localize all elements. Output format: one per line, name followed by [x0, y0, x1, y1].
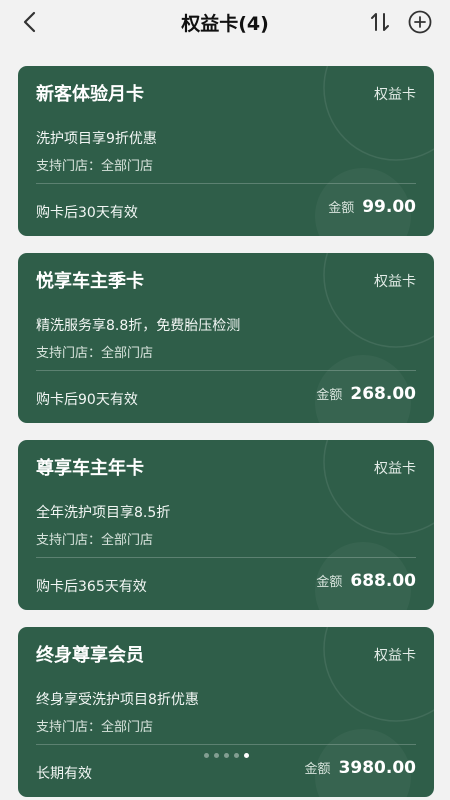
pagination-dot[interactable]: [213, 753, 219, 758]
card-store: 支持门店：全部门店: [36, 159, 154, 174]
card-amount: 金额 99.00: [328, 197, 416, 217]
pagination-dot[interactable]: [223, 753, 229, 758]
card-validity: 购卡后90天有效: [36, 392, 138, 408]
card-amount: 金额 3980.00: [305, 758, 416, 778]
amount-label: 金额: [304, 762, 331, 777]
card-description: 全年洗护项目享8.5折: [36, 505, 171, 521]
card-validity: 购卡后30天有效: [36, 205, 138, 221]
amount-label: 金额: [316, 388, 343, 403]
card-description: 精洗服务享8.8折，免费胎压检测: [36, 318, 241, 334]
amount-value: 688.00: [350, 571, 416, 591]
chevron-left-icon: [23, 11, 36, 33]
card-name: 新客体验月卡: [36, 84, 144, 105]
card-amount: 金额 688.00: [316, 571, 416, 591]
card-validity: 长期有效: [36, 766, 92, 782]
benefit-card[interactable]: 尊享车主年卡 权益卡 全年洗护项目享8.5折 支持门店：全部门店 购卡后365天…: [18, 440, 434, 610]
amount-value: 3980.00: [338, 758, 416, 778]
card-type-label: 权益卡: [374, 648, 416, 664]
pagination-dot[interactable]: [233, 753, 239, 758]
benefit-card[interactable]: 终身尊享会员 权益卡 终身享受洗护项目8折优惠 支持门店：全部门店 长期有效 金…: [18, 627, 434, 797]
add-card-button[interactable]: [404, 6, 436, 38]
card-divider: [36, 557, 416, 558]
card-store: 支持门店：全部门店: [36, 720, 154, 735]
card-type-label: 权益卡: [374, 274, 416, 290]
back-button[interactable]: [14, 6, 46, 38]
card-type-label: 权益卡: [374, 87, 416, 103]
card-name: 终身尊享会员: [36, 645, 144, 666]
pagination-dot[interactable]: [203, 753, 209, 758]
card-store: 支持门店：全部门店: [36, 533, 154, 548]
sort-button[interactable]: [365, 6, 395, 38]
card-divider: [36, 370, 416, 371]
card-name: 悦享车主季卡: [36, 271, 144, 292]
card-store: 支持门店：全部门店: [36, 346, 154, 361]
nav-bar: 权益卡(4): [0, 0, 450, 44]
plus-circle-icon: [408, 10, 432, 34]
sort-icon: [371, 13, 389, 31]
card-description: 洗护项目享9折优惠: [36, 131, 157, 147]
card-validity: 购卡后365天有效: [36, 579, 147, 595]
page-title: 权益卡(4): [181, 12, 269, 35]
amount-value: 268.00: [350, 384, 416, 404]
card-amount: 金额 268.00: [316, 384, 416, 404]
benefit-card[interactable]: 悦享车主季卡 权益卡 精洗服务享8.8折，免费胎压检测 支持门店：全部门店 购卡…: [18, 253, 434, 423]
amount-label: 金额: [328, 201, 355, 216]
amount-label: 金额: [316, 575, 343, 590]
benefit-card[interactable]: 新客体验月卡 权益卡 洗护项目享9折优惠 支持门店：全部门店 购卡后30天有效 …: [18, 66, 434, 236]
card-divider: [36, 183, 416, 184]
pagination-dot-active[interactable]: [243, 753, 249, 758]
card-description: 终身享受洗护项目8折优惠: [36, 692, 199, 708]
card-name: 尊享车主年卡: [36, 458, 144, 479]
card-list: 新客体验月卡 权益卡 洗护项目享9折优惠 支持门店：全部门店 购卡后30天有效 …: [18, 66, 434, 800]
card-divider: [36, 744, 416, 745]
card-type-label: 权益卡: [374, 461, 416, 477]
amount-value: 99.00: [362, 197, 416, 217]
